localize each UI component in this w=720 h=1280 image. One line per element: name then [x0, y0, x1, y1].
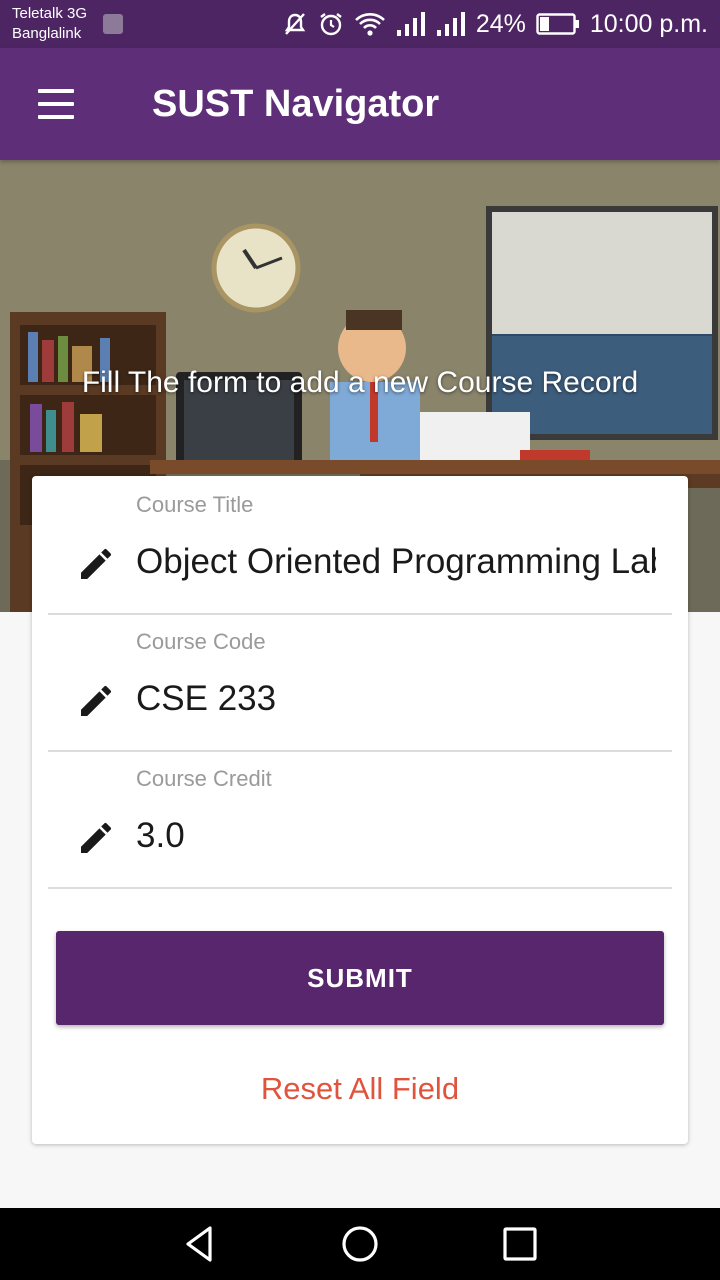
hero-caption: Fill The form to add a new Course Record [81, 366, 639, 399]
carrier-2: Banglalink [12, 25, 82, 42]
reset-all-field-link[interactable]: Reset All Field [32, 1071, 688, 1107]
carrier-1: Teletalk 3G [12, 5, 88, 22]
pencil-icon [81, 685, 112, 716]
course-title-label: Course Title [136, 492, 254, 517]
signal-icon [436, 12, 465, 36]
status-bar: Teletalk 3G Banglalink 24% 10:00 p.m. [0, 0, 720, 48]
pencil-icon [81, 548, 112, 579]
course-code-input[interactable]: CSE 233 [136, 679, 656, 719]
course-credit-input[interactable]: 3.0 [136, 816, 656, 856]
app-bar: SUST Navigator [0, 48, 720, 160]
image-notification-icon [103, 14, 123, 34]
hamburger-menu-icon[interactable] [26, 80, 86, 128]
carrier-names: Teletalk 3G Banglalink [12, 4, 87, 44]
signal-icon [396, 12, 425, 36]
course-title-input[interactable]: Object Oriented Programming Lab [136, 542, 656, 582]
course-credit-label: Course Credit [136, 766, 272, 791]
battery-icon [536, 13, 579, 35]
course-title-field[interactable]: Course Title Object Oriented Programming… [48, 476, 672, 615]
course-code-field[interactable]: Course Code CSE 233 [48, 613, 672, 752]
back-icon[interactable] [180, 1224, 220, 1264]
app-title: SUST Navigator [152, 83, 440, 125]
course-form-card: Course Title Object Oriented Programming… [32, 476, 688, 1144]
mute-icon [284, 13, 306, 35]
recents-icon[interactable] [500, 1224, 540, 1264]
submit-button[interactable]: SUBMIT [56, 931, 664, 1025]
navigation-bar [0, 1208, 720, 1280]
course-code-label: Course Code [136, 629, 266, 654]
alarm-icon [320, 13, 342, 36]
home-icon[interactable] [340, 1224, 380, 1264]
course-credit-field[interactable]: Course Credit 3.0 [48, 750, 672, 889]
clock: 10:00 p.m. [589, 9, 708, 38]
pencil-icon [81, 822, 112, 853]
wifi-icon [354, 13, 385, 36]
battery-percent: 24% [475, 9, 526, 38]
